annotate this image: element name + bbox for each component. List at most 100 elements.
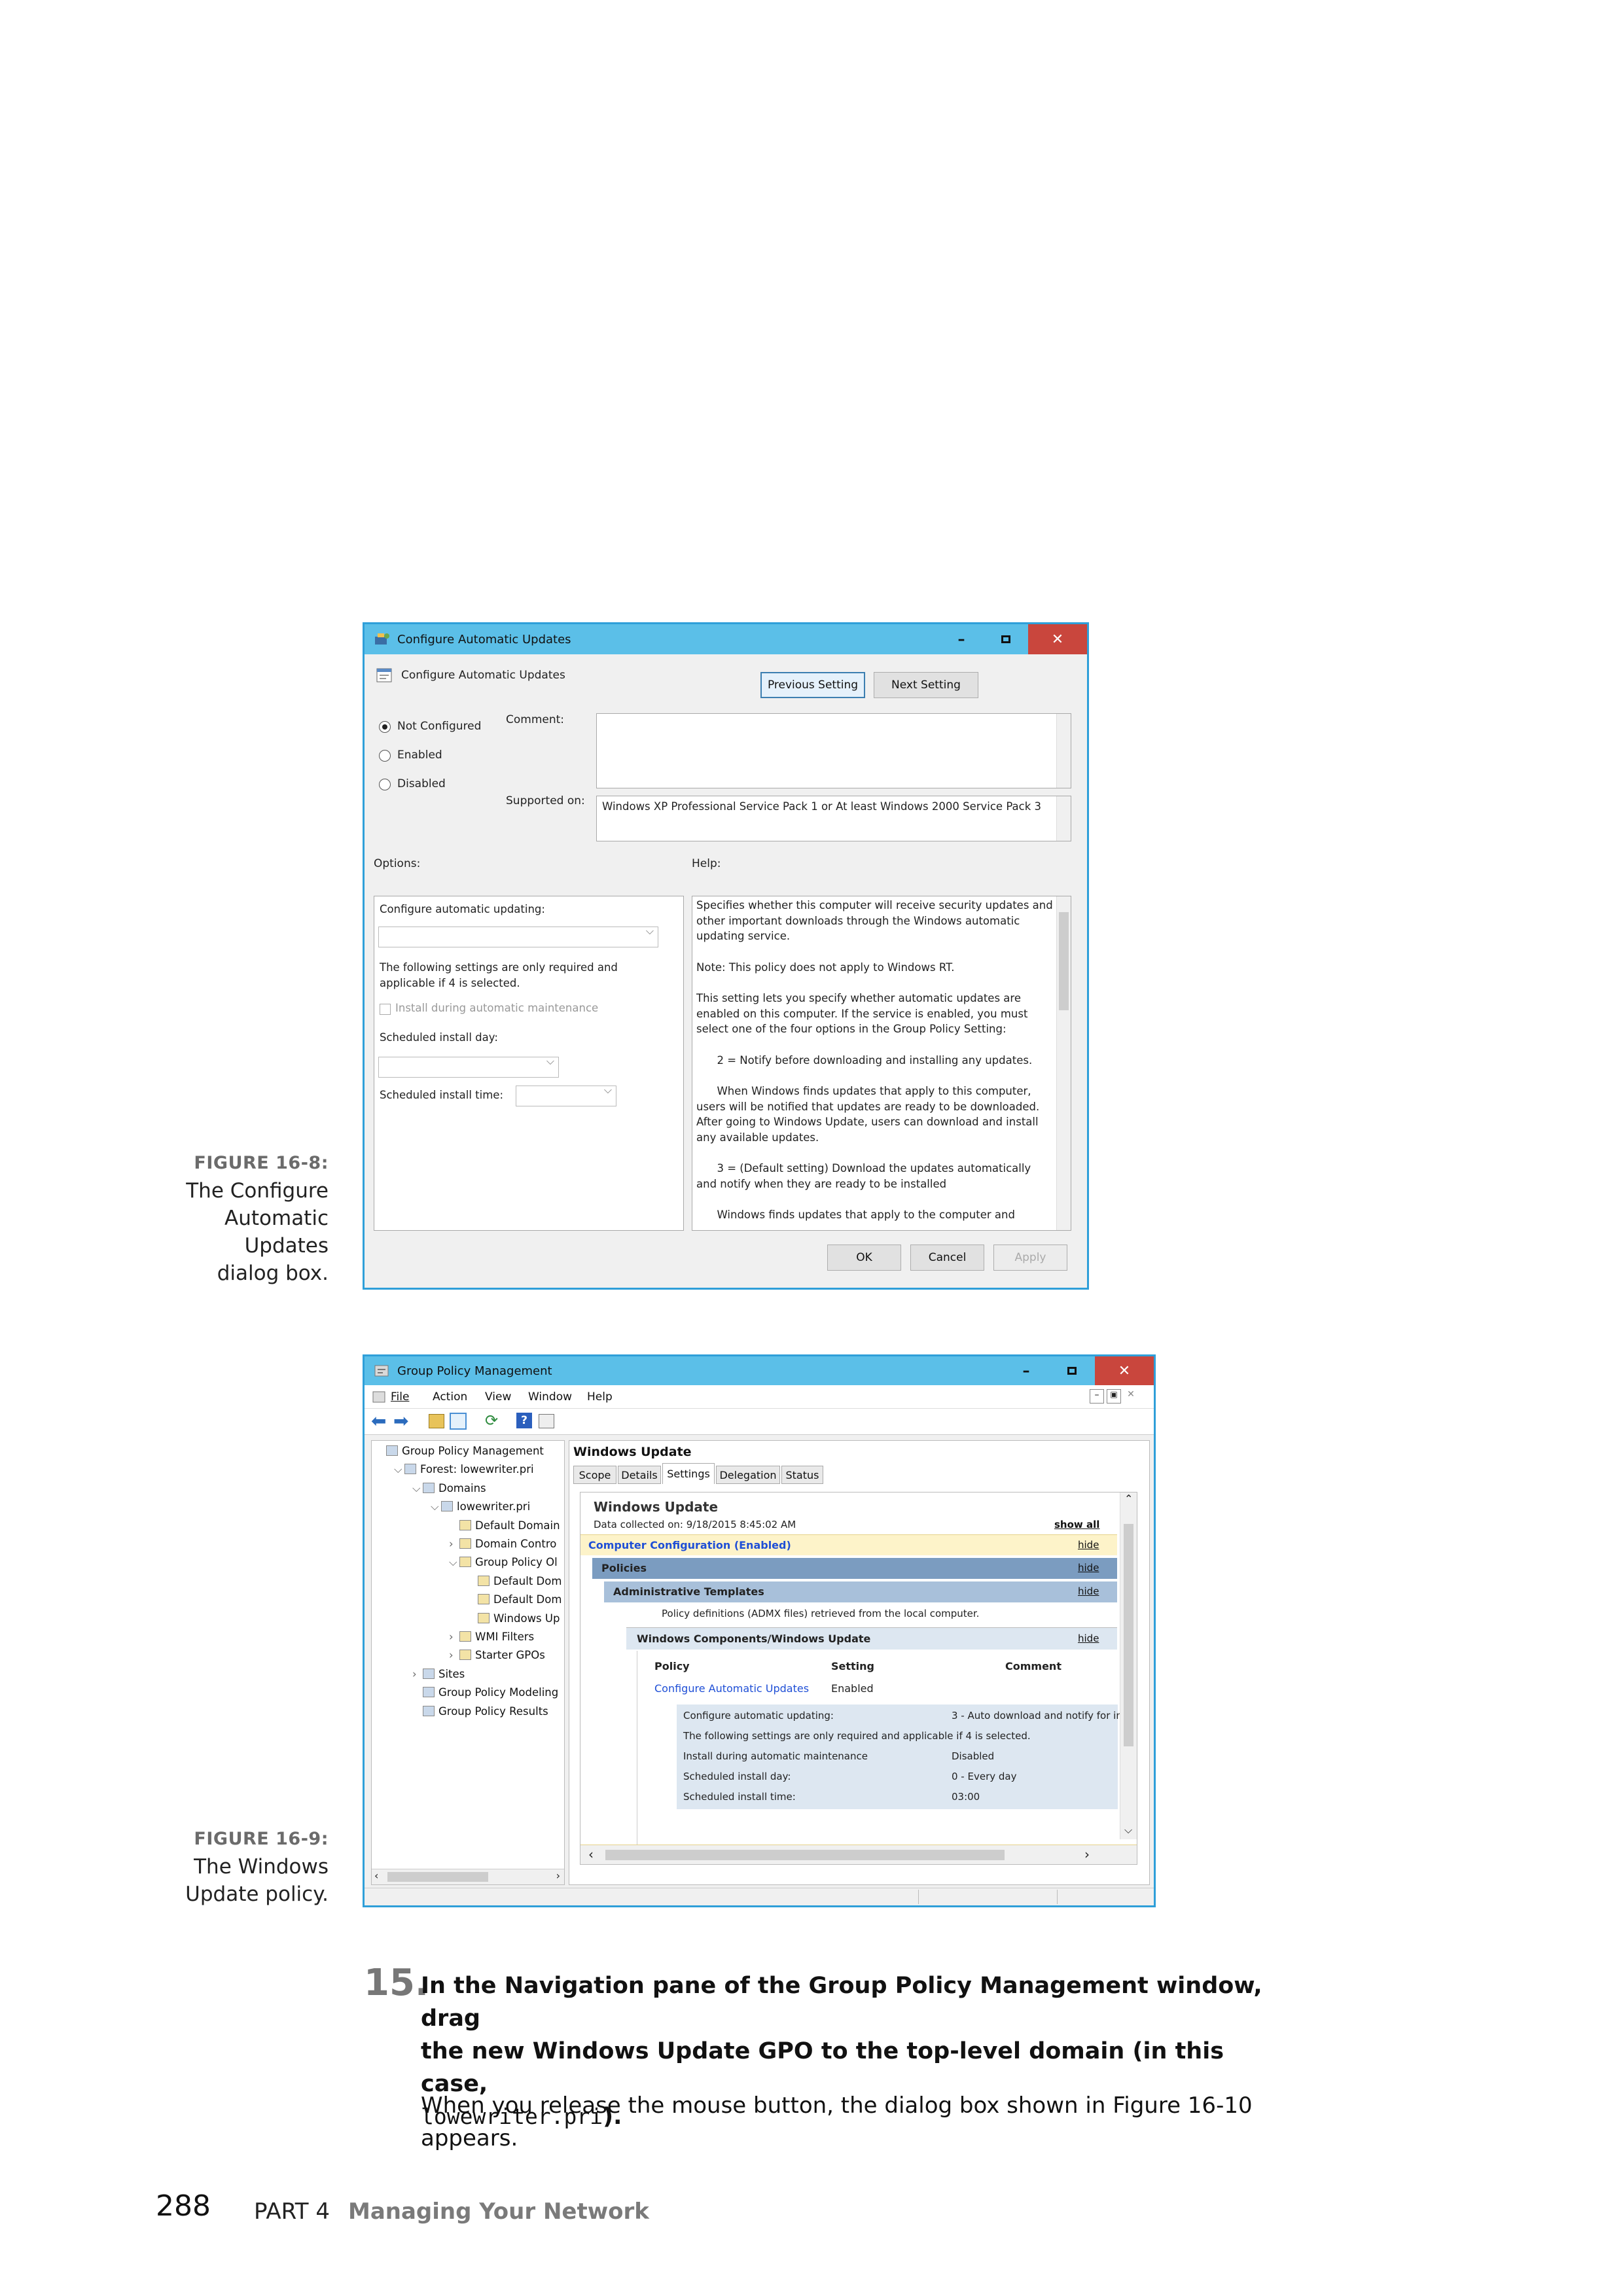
tab-details[interactable]: Details <box>618 1466 661 1484</box>
supported-scrollbar[interactable] <box>1056 796 1071 841</box>
maximize-button[interactable] <box>984 624 1028 654</box>
mdi-minimize-button[interactable]: – <box>1090 1389 1104 1404</box>
tab-settings[interactable]: Settings <box>662 1463 715 1484</box>
para-line: When you release the mouse button, the d… <box>421 2093 1253 2119</box>
radio-disabled[interactable] <box>379 779 391 790</box>
scroll-down-icon[interactable]: ⌵ <box>1124 1824 1132 1837</box>
menu-window[interactable]: Window <box>528 1390 572 1404</box>
configure-updating-dropdown[interactable] <box>378 925 658 947</box>
help-text: Specifies whether this computer will rec… <box>696 898 1053 1230</box>
tree-node-icon <box>404 1464 416 1475</box>
scroll-right-icon[interactable]: › <box>556 1869 560 1882</box>
expanded-chevron-icon[interactable]: ⌵ <box>412 1482 423 1495</box>
install-maintenance-checkbox[interactable] <box>380 1004 391 1015</box>
help-scrollbar[interactable] <box>1056 896 1071 1230</box>
close-button[interactable]: ✕ <box>1095 1356 1154 1385</box>
mdi-restore-button[interactable]: ▣ <box>1107 1389 1121 1404</box>
scroll-left-icon[interactable]: ‹ <box>588 1846 594 1862</box>
comment-textarea[interactable] <box>596 713 1071 788</box>
tree-item[interactable]: ⌵ Group Policy Ol <box>449 1556 558 1569</box>
tree-item[interactable]: Default Dom <box>467 1575 562 1587</box>
collapsed-chevron-icon[interactable]: › <box>412 1668 423 1680</box>
tree-item[interactable]: › Domain Contro <box>449 1538 556 1550</box>
report-hscroll-thumb[interactable] <box>605 1850 1005 1860</box>
hide-link[interactable]: hide <box>1078 1633 1099 1644</box>
menu-file[interactable]: File <box>391 1390 409 1404</box>
maximize-button[interactable] <box>1049 1356 1095 1385</box>
policy-name-link[interactable]: Configure Automatic Updates <box>654 1682 809 1695</box>
expanded-chevron-icon[interactable]: ⌵ <box>394 1463 404 1476</box>
radio-not-configured[interactable] <box>379 721 391 733</box>
tree-item[interactable]: ⌵ Forest: lowewriter.pri <box>394 1463 534 1476</box>
report-vscrollbar[interactable]: ⌃ ⌵ <box>1120 1492 1137 1839</box>
cancel-button[interactable]: Cancel <box>910 1245 984 1271</box>
admin-templates-label[interactable]: Administrative Templates <box>613 1585 764 1598</box>
app-menu-icon[interactable] <box>372 1390 385 1404</box>
tree-item[interactable]: Group Policy Modeling <box>412 1686 558 1699</box>
properties-icon[interactable] <box>539 1414 554 1428</box>
policies-label[interactable]: Policies <box>601 1562 647 1574</box>
tree-item[interactable]: › Starter GPOs <box>449 1649 545 1661</box>
minimize-button[interactable]: – <box>939 624 984 654</box>
collapsed-chevron-icon[interactable]: › <box>449 1538 459 1550</box>
tab-delegation[interactable]: Delegation <box>716 1466 780 1484</box>
close-button[interactable]: ✕ <box>1028 624 1087 654</box>
install-day-dropdown[interactable] <box>378 1055 559 1078</box>
expanded-chevron-icon[interactable]: ⌵ <box>431 1500 441 1513</box>
caption-line: The Configure <box>186 1179 329 1203</box>
expanded-chevron-icon[interactable]: ⌵ <box>449 1556 459 1569</box>
hide-link[interactable]: hide <box>1078 1539 1099 1551</box>
tree-node-icon <box>459 1650 471 1661</box>
caption-number: FIGURE 16-8: <box>194 1153 329 1173</box>
computer-config-label[interactable]: Computer Configuration (Enabled) <box>588 1539 791 1551</box>
up-folder-icon[interactable] <box>429 1414 444 1428</box>
forward-arrow-icon[interactable]: ➡ <box>393 1410 408 1432</box>
scroll-up-icon[interactable]: ⌃ <box>1124 1492 1133 1505</box>
refresh-icon[interactable]: ⟳ <box>485 1411 498 1430</box>
install-time-dropdown[interactable] <box>516 1084 616 1106</box>
hide-link[interactable]: hide <box>1078 1585 1099 1597</box>
options-note-1: The following settings are only required… <box>380 961 618 974</box>
tree-item[interactable]: ⌵ Domains <box>412 1482 486 1495</box>
collapsed-chevron-icon[interactable]: › <box>449 1649 459 1661</box>
tree-item[interactable]: › Sites <box>412 1668 465 1680</box>
tree-item[interactable]: Group Policy Management <box>376 1445 544 1457</box>
show-hide-tree-icon[interactable] <box>450 1413 467 1430</box>
help-paragraph: 2 = Notify before downloading and instal… <box>696 1053 1033 1067</box>
tree-item[interactable]: Default Domain <box>449 1519 560 1532</box>
pane-title: Windows Update <box>573 1445 692 1459</box>
menu-help[interactable]: Help <box>587 1390 613 1404</box>
collapsed-chevron-icon[interactable]: › <box>449 1631 459 1643</box>
tree-item[interactable]: ⌵ lowewriter.pri <box>431 1500 530 1513</box>
tab-status[interactable]: Status <box>781 1466 823 1484</box>
tree-item[interactable]: › WMI Filters <box>449 1631 534 1643</box>
status-bar <box>365 1888 1154 1905</box>
show-all-link[interactable]: show all <box>1054 1519 1099 1530</box>
ok-button[interactable]: OK <box>827 1245 901 1271</box>
minimize-button[interactable]: – <box>1003 1356 1049 1385</box>
radio-enabled[interactable] <box>379 750 391 762</box>
back-arrow-icon[interactable]: ⬅ <box>371 1410 386 1432</box>
step-result-paragraph: When you release the mouse button, the d… <box>421 2089 1265 2155</box>
mdi-close-button[interactable]: ✕ <box>1124 1389 1138 1404</box>
next-setting-button[interactable]: Next Setting <box>874 672 978 698</box>
menu-action[interactable]: Action <box>433 1390 467 1404</box>
menu-view[interactable]: View <box>485 1390 511 1404</box>
help-icon[interactable]: ? <box>516 1413 532 1428</box>
report-scroll-thumb[interactable] <box>1124 1524 1133 1746</box>
scroll-left-icon[interactable]: ‹ <box>374 1869 378 1882</box>
components-label[interactable]: Windows Components/Windows Update <box>637 1633 870 1645</box>
tab-scope[interactable]: Scope <box>573 1466 616 1484</box>
tree-hscrollbar[interactable]: ‹ › <box>372 1869 564 1884</box>
tree-scroll-thumb[interactable] <box>387 1872 488 1882</box>
tree-item[interactable]: Group Policy Results <box>412 1705 548 1718</box>
tree-item[interactable]: Default Dom <box>467 1593 562 1606</box>
hide-link[interactable]: hide <box>1078 1562 1099 1574</box>
apply-button[interactable]: Apply <box>993 1245 1067 1271</box>
help-scroll-thumb[interactable] <box>1059 912 1069 1010</box>
scroll-right-icon[interactable]: › <box>1084 1846 1090 1862</box>
previous-setting-button[interactable]: Previous Setting <box>760 672 865 698</box>
comment-scrollbar[interactable] <box>1056 714 1071 788</box>
report-hscrollbar[interactable]: ‹ › <box>580 1845 1137 1864</box>
tree-item[interactable]: Windows Up <box>467 1612 560 1625</box>
